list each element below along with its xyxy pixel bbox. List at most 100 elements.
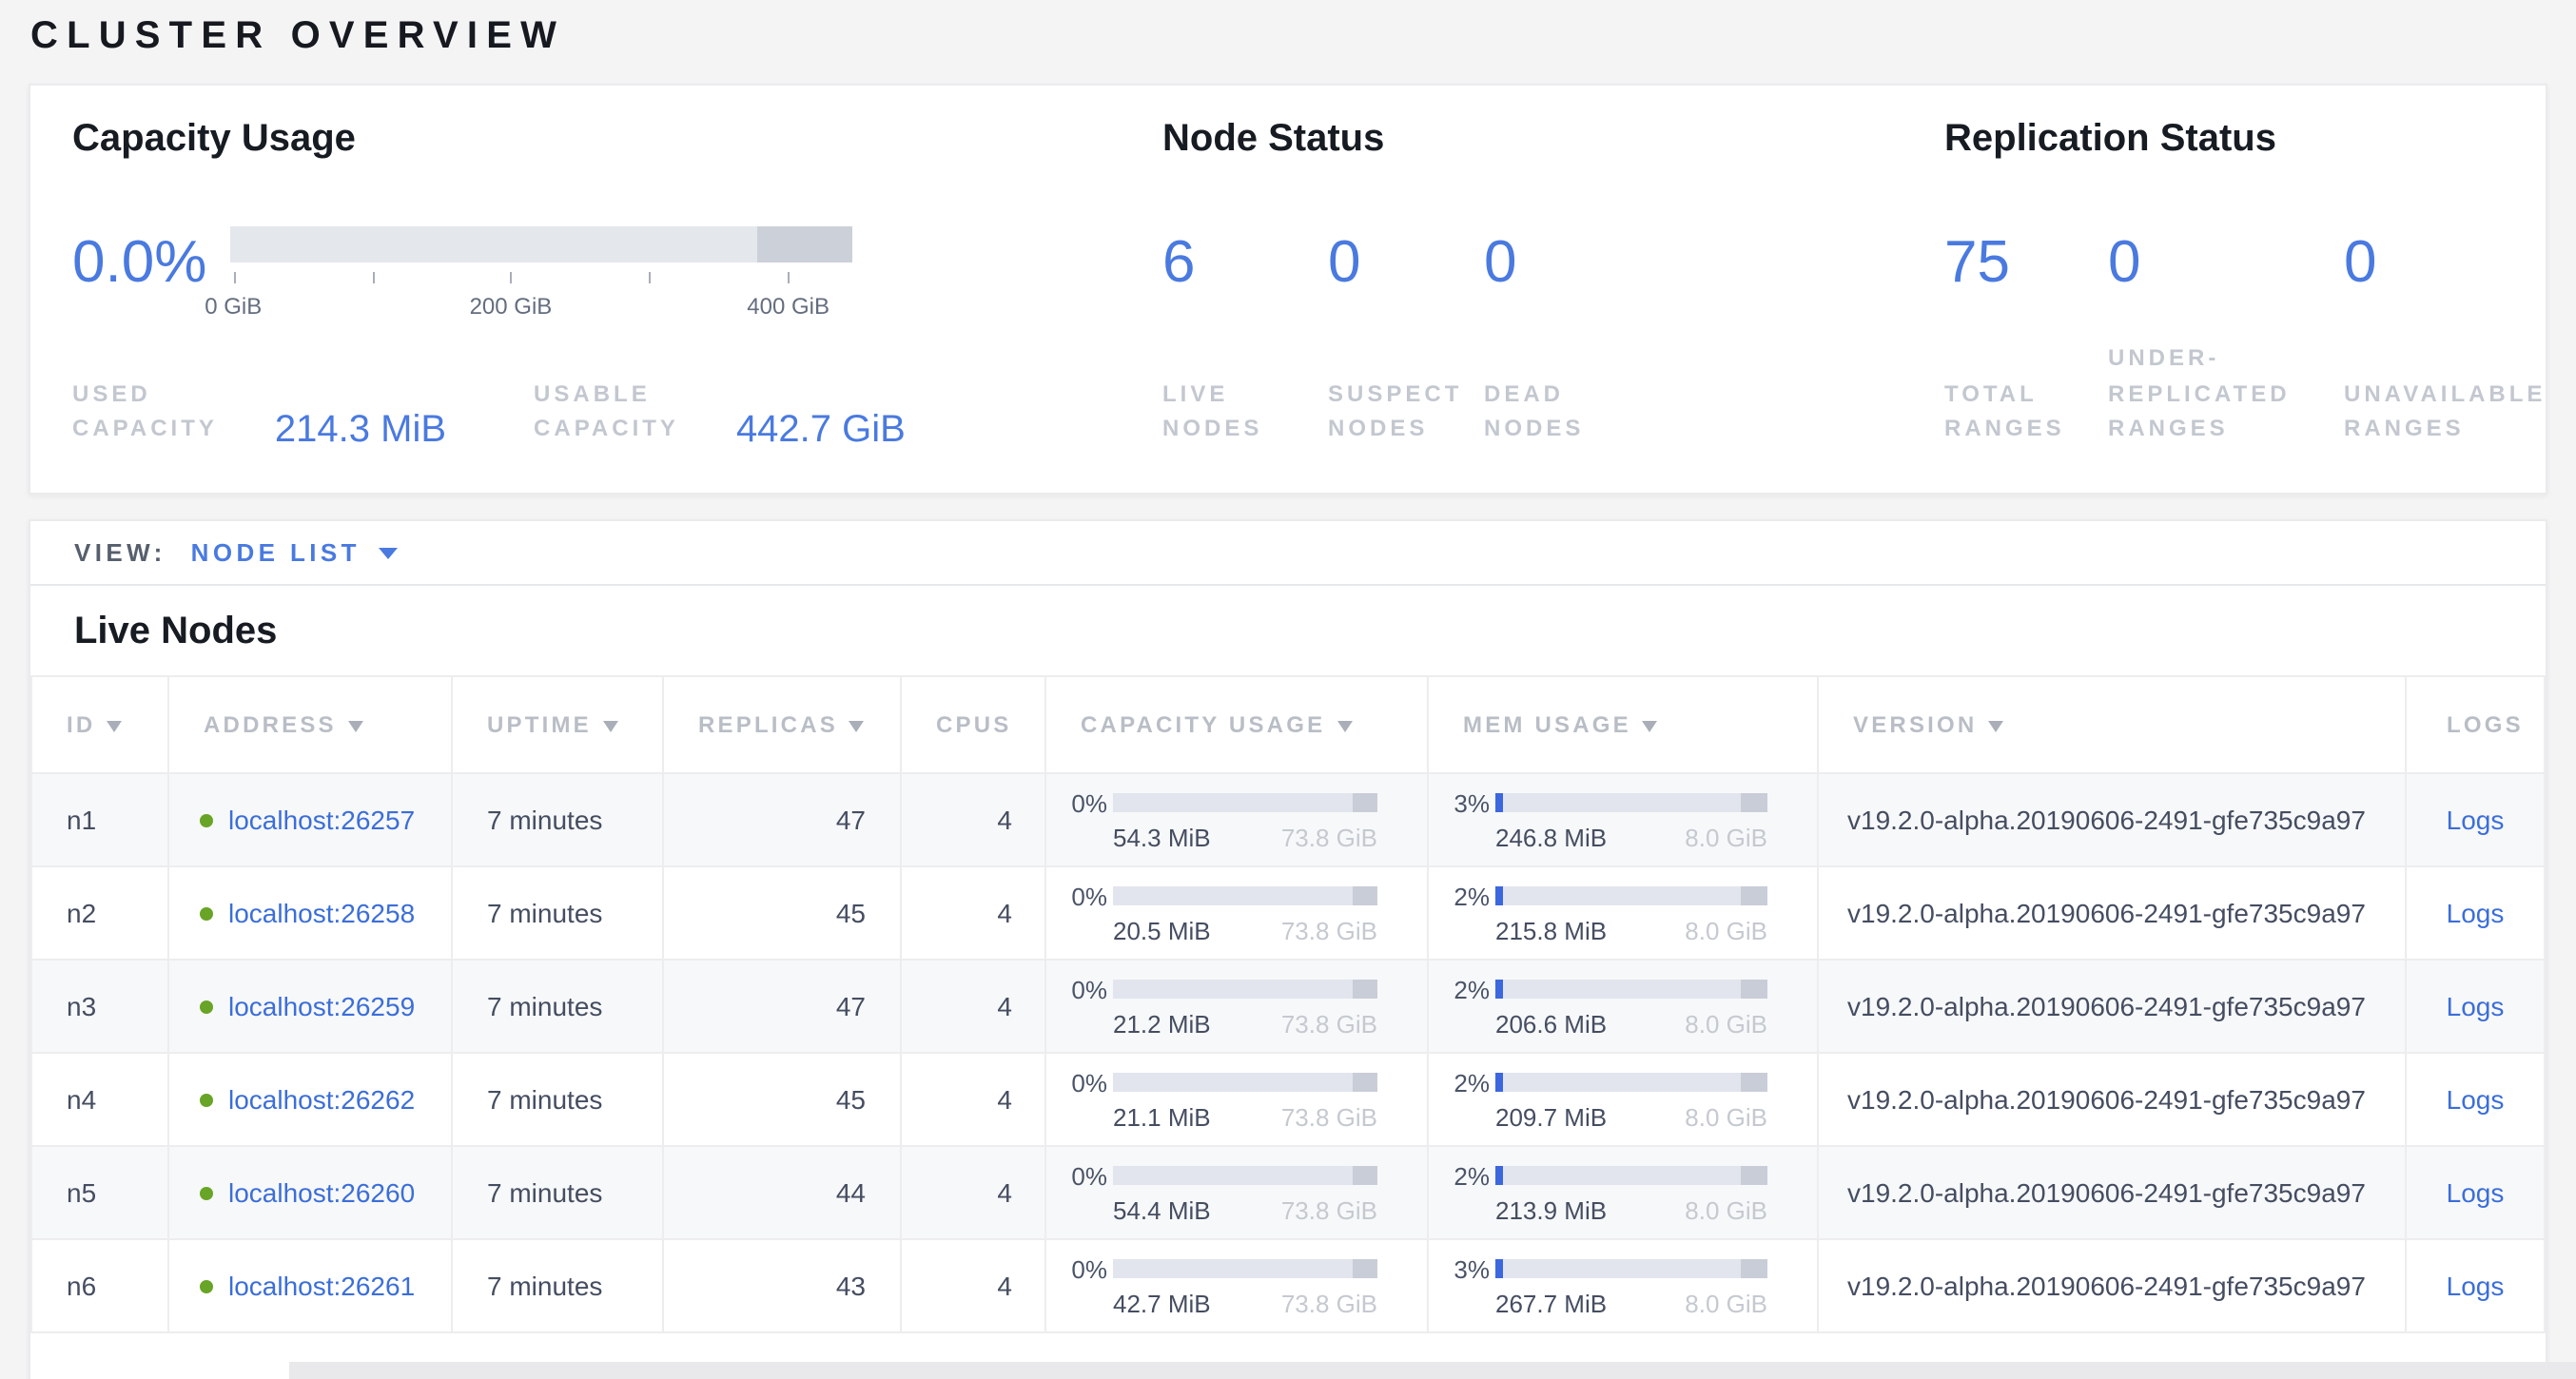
- capacity-usage-bar: [1113, 886, 1377, 905]
- capacity-gauge-axis: 0 GiB 200 GiB 400 GiB: [230, 272, 852, 329]
- column-header-capacity-usage[interactable]: CAPACITY USAGE: [1045, 676, 1428, 773]
- capacity-usage-title: Capacity Usage: [72, 118, 1162, 162]
- table-row: n6 localhost:26261 7 minutes 43 4 0% 42.…: [31, 1239, 2545, 1332]
- capacity-usage-bar: [1113, 1166, 1377, 1185]
- column-header-address[interactable]: ADDRESS: [168, 676, 452, 773]
- replication-status-title: Replication Status: [1944, 118, 2576, 162]
- capacity-bar-reserved-segment: [1353, 793, 1377, 812]
- column-header-replicas[interactable]: REPLICAS: [663, 676, 901, 773]
- node-replicas-cell: 45: [663, 1053, 901, 1146]
- node-status-title: Node Status: [1162, 118, 1944, 162]
- capacity-gauge-nonusable-segment: [757, 226, 852, 262]
- dead-nodes-count: 0: [1484, 232, 1674, 291]
- node-cpus-cell: 4: [901, 773, 1045, 866]
- live-nodes-count: 6: [1162, 232, 1328, 291]
- capacity-bar-reserved-segment: [1353, 1166, 1377, 1185]
- node-replicas-cell: 43: [663, 1239, 901, 1332]
- node-logs-cell: Logs: [2406, 1146, 2545, 1239]
- live-nodes-table: ID ADDRESS UPTIME REPLICAS CPUS CAPACITY…: [30, 675, 2546, 1333]
- column-header-version[interactable]: VERSION: [1818, 676, 2406, 773]
- column-header-mem-usage[interactable]: MEM USAGE: [1428, 676, 1818, 773]
- capacity-usage-cell: 0% 54.3 MiB 73.8 GiB: [1045, 773, 1428, 866]
- page-title: CLUSTER OVERVIEW: [0, 0, 2576, 59]
- mem-usage-bar: [1495, 1073, 1767, 1092]
- mem-bar-reserved-segment: [1742, 1073, 1767, 1092]
- unavailable-ranges-label: UNAVAILABLE RANGES: [2344, 377, 2576, 447]
- usable-capacity-value: 442.7 GiB: [736, 409, 906, 453]
- column-header-cpus: CPUS: [901, 676, 1045, 773]
- node-status-panel: Node Status 6 LIVE NODES 0 SUSPECT NODES…: [1162, 118, 1944, 447]
- node-logs-link[interactable]: Logs: [2447, 1177, 2505, 1208]
- unavailable-ranges-stat: 0 UNAVAILABLE RANGES: [2344, 226, 2576, 447]
- column-header-uptime[interactable]: UPTIME: [452, 676, 663, 773]
- node-address-link[interactable]: localhost:26258: [228, 898, 415, 928]
- node-version-cell: v19.2.0-alpha.20190606-2491-gfe735c9a97: [1818, 1239, 2406, 1332]
- summary-card: Capacity Usage 0.0%: [29, 84, 2547, 495]
- node-address-link[interactable]: localhost:26259: [228, 991, 415, 1021]
- node-logs-cell: Logs: [2406, 773, 2545, 866]
- used-capacity-stat: USED CAPACITY 214.3 MiB: [72, 377, 446, 447]
- node-version-cell: v19.2.0-alpha.20190606-2491-gfe735c9a97: [1818, 1053, 2406, 1146]
- sort-desc-icon: [1643, 721, 1658, 732]
- node-version-cell: v19.2.0-alpha.20190606-2491-gfe735c9a97: [1818, 1146, 2406, 1239]
- mem-usage-cell: 2% 209.7 MiB 8.0 GiB: [1428, 1053, 1818, 1146]
- capacity-usage-cell: 0% 21.1 MiB 73.8 GiB: [1045, 1053, 1428, 1146]
- node-replicas-cell: 47: [663, 773, 901, 866]
- table-row: n4 localhost:26262 7 minutes 45 4 0% 21.…: [31, 1053, 2545, 1146]
- under-replicated-ranges-label: UNDER- REPLICATED RANGES: [2108, 340, 2344, 447]
- node-logs-link[interactable]: Logs: [2447, 991, 2505, 1021]
- sort-desc-icon: [849, 721, 865, 732]
- node-logs-cell: Logs: [2406, 1239, 2545, 1332]
- axis-tick: [789, 272, 790, 283]
- node-live-icon: [200, 907, 213, 921]
- capacity-usage-bar: [1113, 1073, 1377, 1092]
- column-header-id[interactable]: ID: [31, 676, 168, 773]
- mem-bar-reserved-segment: [1742, 980, 1767, 999]
- node-address-cell: localhost:26258: [168, 866, 452, 960]
- node-address-link[interactable]: localhost:26262: [228, 1084, 415, 1115]
- cluster-overview-page: CLUSTER OVERVIEW Capacity Usage 0.0%: [0, 0, 2576, 1379]
- under-replicated-ranges-count: 0: [2108, 232, 2344, 291]
- dead-nodes-label: DEAD NODES: [1484, 377, 1674, 447]
- replication-status-panel: Replication Status 75 TOTAL RANGES 0 UND…: [1944, 118, 2576, 447]
- node-address-cell: localhost:26260: [168, 1146, 452, 1239]
- table-row: n2 localhost:26258 7 minutes 45 4 0% 20.…: [31, 866, 2545, 960]
- node-uptime-cell: 7 minutes: [452, 866, 663, 960]
- mem-usage-bar: [1495, 886, 1767, 905]
- axis-tick: [372, 272, 374, 283]
- node-address-link[interactable]: localhost:26260: [228, 1177, 415, 1208]
- capacity-usage-bar: [1113, 1259, 1377, 1278]
- capacity-usage-cell: 0% 20.5 MiB 73.8 GiB: [1045, 866, 1428, 960]
- node-version-cell: v19.2.0-alpha.20190606-2491-gfe735c9a97: [1818, 866, 2406, 960]
- sort-desc-icon: [1988, 721, 2003, 732]
- capacity-usage-bar: [1113, 980, 1377, 999]
- node-cpus-cell: 4: [901, 960, 1045, 1053]
- node-cpus-cell: 4: [901, 1053, 1045, 1146]
- sort-desc-icon: [348, 721, 363, 732]
- mem-usage-cell: 2% 206.6 MiB 8.0 GiB: [1428, 960, 1818, 1053]
- capacity-bar-reserved-segment: [1353, 1259, 1377, 1278]
- node-address-link[interactable]: localhost:26261: [228, 1271, 415, 1301]
- capacity-used-percent: 0.0%: [72, 232, 230, 291]
- view-dropdown[interactable]: NODE LIST: [191, 538, 399, 567]
- mem-usage-cell: 3% 267.7 MiB 8.0 GiB: [1428, 1239, 1818, 1332]
- node-logs-link[interactable]: Logs: [2447, 805, 2505, 835]
- unavailable-ranges-count: 0: [2344, 232, 2576, 291]
- node-replicas-cell: 45: [663, 866, 901, 960]
- node-logs-link[interactable]: Logs: [2447, 898, 2505, 928]
- suspect-nodes-count: 0: [1328, 232, 1484, 291]
- capacity-bar-reserved-segment: [1353, 886, 1377, 905]
- mem-bar-reserved-segment: [1742, 1259, 1767, 1278]
- view-dropdown-value: NODE LIST: [191, 538, 361, 567]
- node-logs-link[interactable]: Logs: [2447, 1271, 2505, 1301]
- node-uptime-cell: 7 minutes: [452, 773, 663, 866]
- axis-tick-label: 400 GiB: [747, 293, 829, 320]
- node-logs-link[interactable]: Logs: [2447, 1084, 2505, 1115]
- table-row: n5 localhost:26260 7 minutes 44 4 0% 54.…: [31, 1146, 2545, 1239]
- used-capacity-value: 214.3 MiB: [275, 409, 446, 453]
- axis-tick-label: 200 GiB: [470, 293, 553, 320]
- capacity-gauge-track: [230, 226, 852, 262]
- node-address-cell: localhost:26257: [168, 773, 452, 866]
- node-address-link[interactable]: localhost:26257: [228, 805, 415, 835]
- mem-usage-bar: [1495, 980, 1767, 999]
